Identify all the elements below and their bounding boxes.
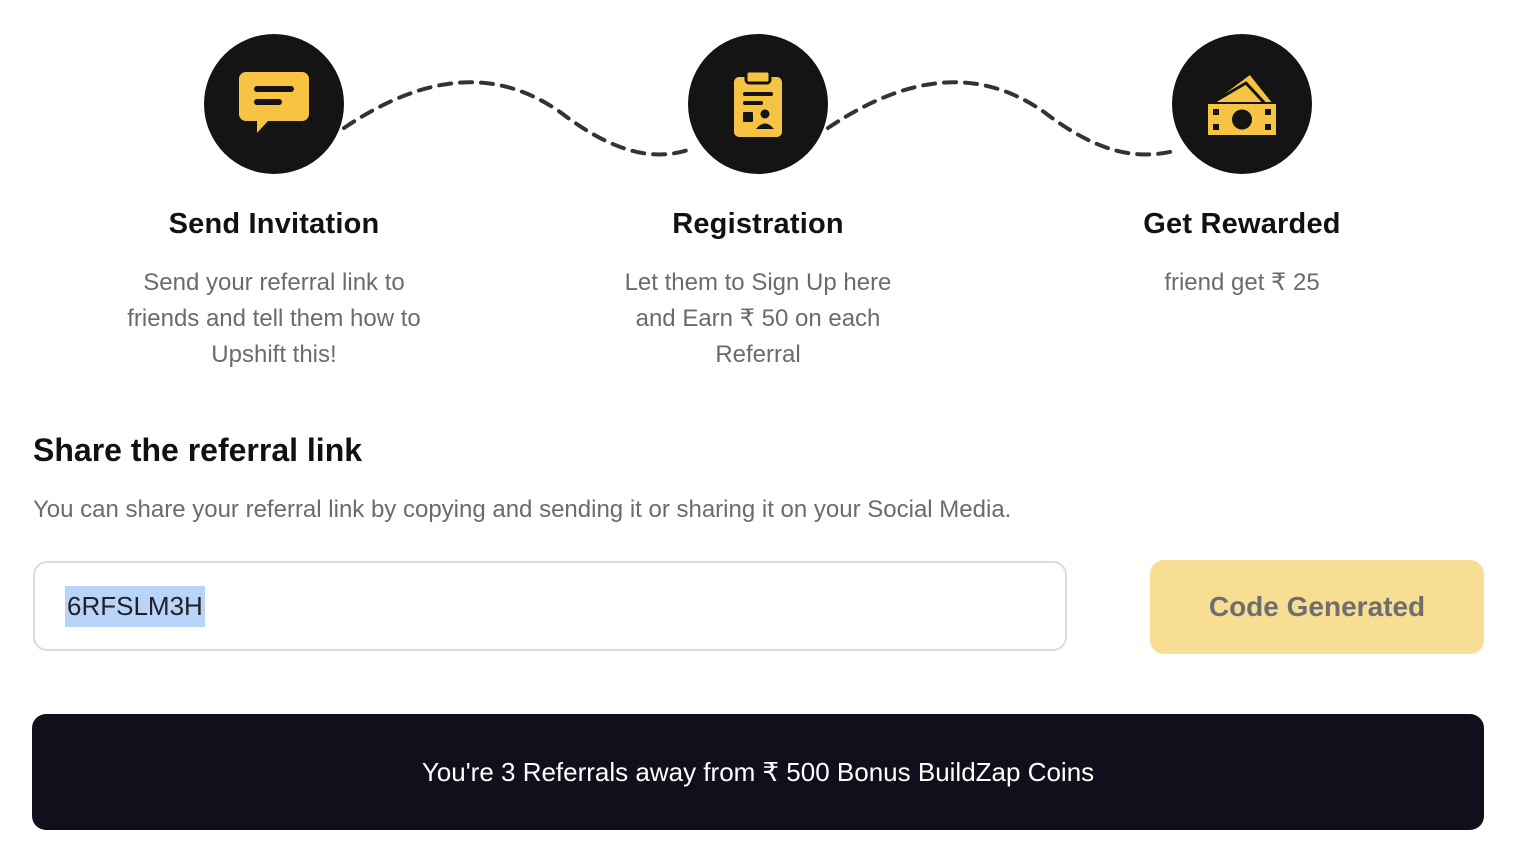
step-description: friend get ₹ 25 [1164, 269, 1320, 296]
step-title: Registration [672, 208, 844, 240]
referral-code-value[interactable]: 6RFSLM3H [65, 585, 205, 627]
chat-bubble-icon [239, 72, 309, 133]
money-icon [1206, 71, 1278, 137]
banner-text: You're 3 Referrals away from ₹ 500 Bonus… [421, 756, 1095, 787]
share-section-title: Share the referral link [33, 432, 363, 468]
referral-progress-banner: You're 3 Referrals away from ₹ 500 Bonus… [32, 714, 1484, 830]
referral-code-field[interactable]: 6RFSLM3H [33, 561, 1067, 651]
step-title: Send Invitation [168, 208, 380, 240]
step-title: Get Rewarded [1143, 208, 1341, 240]
step-description: Let them to Sign Up here and Earn ₹ 50 o… [624, 269, 892, 368]
step-description: Send your referral link to friends and t… [127, 269, 421, 368]
referral-page: Send Invitation Send your referral link … [0, 0, 1534, 856]
share-section-description: You can share your referral link by copy… [33, 496, 1012, 523]
step-send-invitation: Send Invitation Send your referral link … [104, 34, 444, 373]
step-icon-circle [1172, 34, 1312, 174]
step-icon-circle [204, 34, 344, 174]
step-icon-circle [688, 34, 828, 174]
code-generated-button[interactable]: Code Generated [1150, 560, 1484, 654]
step-get-rewarded: Get Rewarded friend get ₹ 25 [1072, 34, 1412, 301]
clipboard-user-icon [734, 70, 782, 137]
step-registration: Registration Let them to Sign Up here an… [588, 34, 928, 373]
